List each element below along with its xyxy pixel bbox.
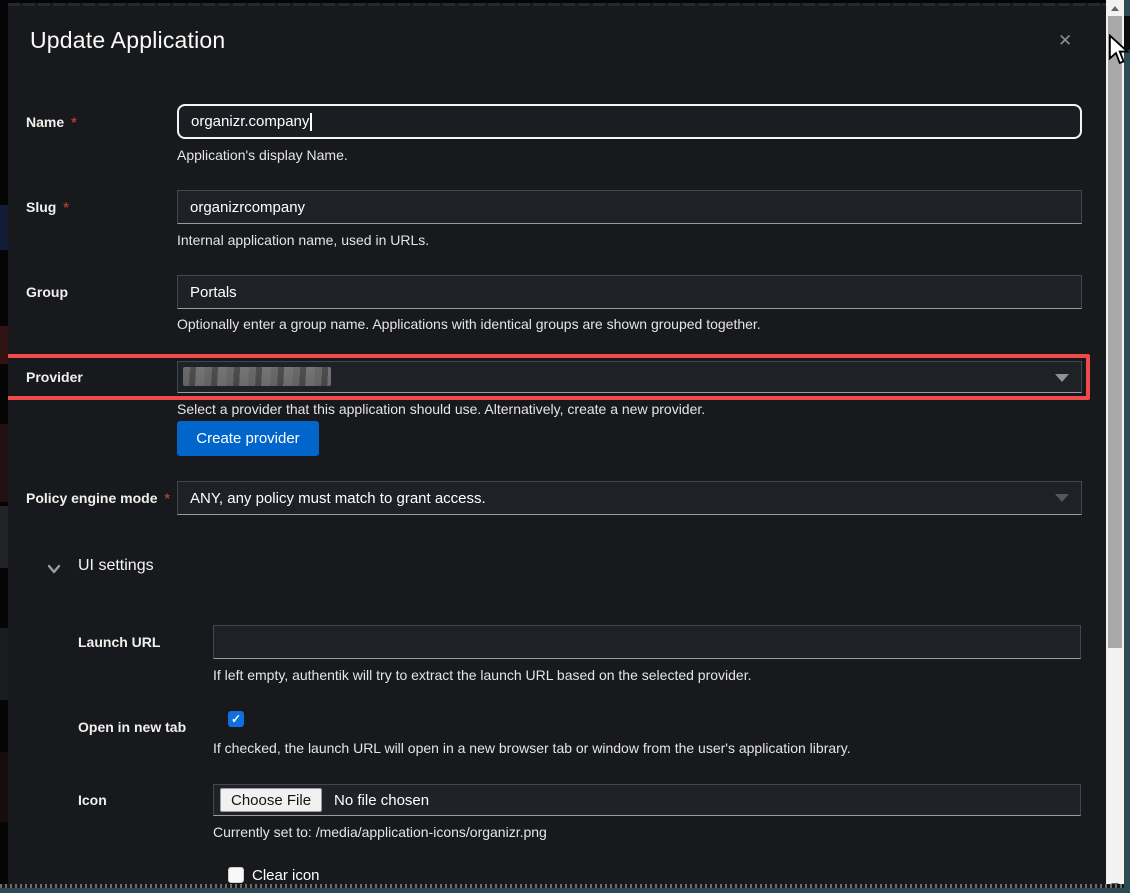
annotation-highlight-box (8, 354, 1090, 400)
chevron-down-icon (1055, 494, 1069, 502)
section-ui-settings[interactable]: UI settings (78, 557, 154, 575)
modal-top-border (8, 3, 1106, 6)
vertical-scrollbar[interactable] (1106, 0, 1124, 893)
background-blob (0, 424, 8, 502)
desktop-edge (0, 888, 1130, 893)
group-value: Portals (190, 284, 237, 301)
icon-file-input[interactable]: Choose File No file chosen (213, 784, 1081, 816)
icon-help: Currently set to: /media/application-ico… (213, 824, 547, 840)
update-application-modal: Update Application ✕ Name* organizr.comp… (8, 3, 1106, 884)
slug-input[interactable]: organizrcompany (177, 190, 1082, 224)
name-label: Name* (26, 114, 77, 130)
background-page-strip (0, 0, 8, 893)
scrollbar-thumb[interactable] (1108, 16, 1122, 648)
slug-value: organizrcompany (190, 199, 305, 216)
icon-label: Icon (78, 792, 107, 808)
required-marker: * (63, 199, 68, 215)
desktop-edge (1124, 0, 1130, 893)
section-chevron-down-icon[interactable] (46, 561, 62, 577)
background-blob (0, 205, 8, 250)
name-input[interactable]: organizr.company (177, 104, 1082, 139)
slug-label: Slug* (26, 199, 69, 215)
mouse-cursor-icon (1108, 34, 1130, 71)
provider-help: Select a provider that this application … (177, 401, 705, 417)
policy-engine-mode-value: ANY, any policy must match to grant acce… (190, 490, 486, 507)
group-help: Optionally enter a group name. Applicati… (177, 316, 761, 332)
open-in-new-tab-checkbox[interactable]: ✓ (228, 711, 244, 727)
triangle-up-icon (1111, 6, 1119, 11)
background-blob (0, 326, 8, 364)
group-label: Group (26, 284, 68, 300)
name-help: Application's display Name. (177, 147, 348, 163)
file-status-text: No file chosen (334, 792, 429, 809)
launch-url-input[interactable] (213, 625, 1081, 659)
clear-icon-label: Clear icon (252, 867, 320, 884)
required-marker: * (164, 490, 169, 506)
choose-file-button[interactable]: Choose File (220, 788, 322, 812)
group-input[interactable]: Portals (177, 275, 1082, 309)
name-value: organizr.company (191, 113, 309, 130)
create-provider-button[interactable]: Create provider (177, 421, 319, 456)
policy-engine-mode-select[interactable]: ANY, any policy must match to grant acce… (177, 481, 1082, 515)
text-cursor (310, 113, 312, 131)
background-blob (0, 506, 8, 568)
clear-icon-checkbox[interactable] (228, 867, 244, 883)
screen: Update Application ✕ Name* organizr.comp… (0, 0, 1130, 893)
policy-engine-mode-label: Policy engine mode* (26, 490, 170, 506)
slug-help: Internal application name, used in URLs. (177, 232, 429, 248)
launch-url-help: If left empty, authentik will try to ext… (213, 667, 752, 683)
scroll-up-button[interactable] (1106, 0, 1124, 16)
launch-url-label: Launch URL (78, 634, 160, 650)
page-title: Update Application (30, 27, 225, 54)
open-in-new-tab-label: Open in new tab (78, 719, 186, 735)
background-blob (0, 752, 8, 822)
close-icon[interactable]: ✕ (1058, 31, 1072, 51)
required-marker: * (71, 114, 76, 130)
background-blob (0, 628, 8, 700)
open-in-new-tab-help: If checked, the launch URL will open in … (213, 740, 851, 756)
checkmark-icon: ✓ (231, 712, 241, 726)
